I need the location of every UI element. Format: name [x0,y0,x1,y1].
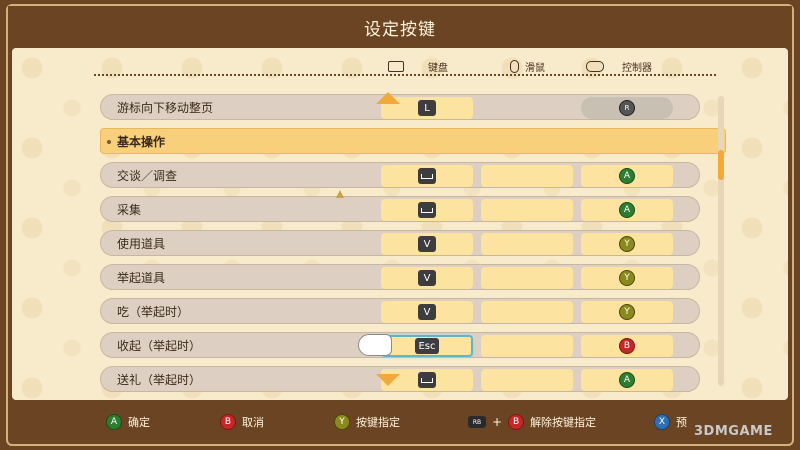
key-cap: L [418,100,436,116]
scrollbar-thumb[interactable] [718,150,724,180]
binding-label: 收起（举起时） [117,339,202,353]
keyboard-binding[interactable] [381,199,473,221]
watermark-logo: 3DMGAME [694,424,773,439]
section-label: 基本操作 [117,135,166,149]
plus-icon: + [492,415,503,429]
footer-cancel[interactable]: B 取消 [220,414,264,430]
controller-binding[interactable]: A [581,369,673,391]
b-button-icon: B [508,414,525,430]
keyboard-binding[interactable]: V [381,267,473,289]
binding-label: 游标向下移动整页 [117,101,214,115]
mouse-binding[interactable] [481,301,573,323]
footer-assign[interactable]: Y 按键指定 [334,414,400,430]
footer-preset-label: 预 [676,416,687,429]
binding-row-eat[interactable]: 吃（举起时） V Y [100,298,700,324]
x-button-icon: X [654,414,670,430]
header: 设定按键 [8,6,792,48]
keyboard-binding[interactable] [381,165,473,187]
space-key-icon [418,168,436,184]
footer-bar: A 确定 B 取消 Y 按键指定 RB + B 解除按键指定 X 预 [8,404,792,440]
footer-preset[interactable]: X 预 [654,414,687,430]
controller-binding[interactable]: A [581,165,673,187]
mouse-binding[interactable] [481,335,573,357]
y-button-icon: Y [619,304,635,320]
a-button-icon: A [106,414,122,430]
controller-binding[interactable]: Y [581,301,673,323]
keyboard-binding[interactable]: V [381,233,473,255]
y-button-icon: Y [619,236,635,252]
binding-label: 举起道具 [117,271,166,285]
b-button-icon: B [220,414,236,430]
a-button-icon: A [619,168,635,184]
binding-row-put-away[interactable]: 收起（举起时） Esc B [100,332,700,358]
footer-assign-label: 按键指定 [356,416,400,429]
r-button-icon: R [619,100,635,116]
binding-row-lift-item[interactable]: 举起道具 V Y [100,264,700,290]
mouse-binding[interactable] [481,369,573,391]
scrollbar-track[interactable] [718,96,724,386]
section-basic-operations: 基本操作 [100,128,726,154]
footer-unassign[interactable]: RB + B 解除按键指定 [468,414,596,430]
keyboard-binding-selected[interactable]: Esc [381,335,473,357]
binding-row-give-gift[interactable]: 送礼（举起时） A [100,366,700,392]
controller-binding[interactable]: Y [581,233,673,255]
binding-label: 采集 [117,203,142,217]
binding-label: 送礼（举起时） [117,373,202,387]
page-title: 设定按键 [364,19,436,40]
binding-list: 游标向下移动整页 L R 基本操作 交谈／调查 A 采集 A 使用道具 V Y … [12,48,788,400]
footer-cancel-label: 取消 [242,416,264,429]
pointer-hand-icon [358,334,392,356]
binding-row-talk-inspect[interactable]: 交谈／调查 A [100,162,700,188]
controller-binding[interactable]: A [581,199,673,221]
binding-label: 吃（举起时） [117,305,190,319]
b-button-icon: B [619,338,635,354]
binding-row-use-item[interactable]: 使用道具 V Y [100,230,700,256]
scroll-up-arrow-icon[interactable] [376,92,400,104]
rb-button-icon: RB [468,416,486,428]
section-bullet [107,140,111,144]
mouse-binding[interactable] [481,233,573,255]
mouse-binding[interactable] [481,199,573,221]
scroll-down-arrow-icon[interactable] [376,374,400,386]
space-key-icon [418,202,436,218]
binding-row-page-down[interactable]: 游标向下移动整页 L R [100,94,700,120]
space-key-icon [418,372,436,388]
binding-label: 使用道具 [117,237,166,251]
a-button-icon: A [619,202,635,218]
mouse-binding[interactable] [481,165,573,187]
key-settings-panel: 键盘 滑鼠 控制器 游标向下移动整页 L R 基本操作 交谈／调查 A 采集 A… [12,48,788,400]
y-button-icon: Y [619,270,635,286]
controller-binding[interactable]: R [581,97,673,119]
a-button-icon: A [619,372,635,388]
binding-label: 交谈／调查 [117,169,178,183]
mouse-cursor-icon [336,190,344,198]
footer-unassign-label: 解除按键指定 [530,416,597,429]
controller-binding[interactable]: B [581,335,673,357]
mouse-binding[interactable] [481,267,573,289]
binding-row-gather[interactable]: 采集 A [100,196,700,222]
key-cap: Esc [415,338,439,354]
key-cap: V [418,304,436,320]
keyboard-binding[interactable]: V [381,301,473,323]
controller-binding[interactable]: Y [581,267,673,289]
footer-confirm[interactable]: A 确定 [106,414,150,430]
footer-confirm-label: 确定 [128,416,150,429]
key-cap: V [418,270,436,286]
key-cap: V [418,236,436,252]
y-button-icon: Y [334,414,350,430]
